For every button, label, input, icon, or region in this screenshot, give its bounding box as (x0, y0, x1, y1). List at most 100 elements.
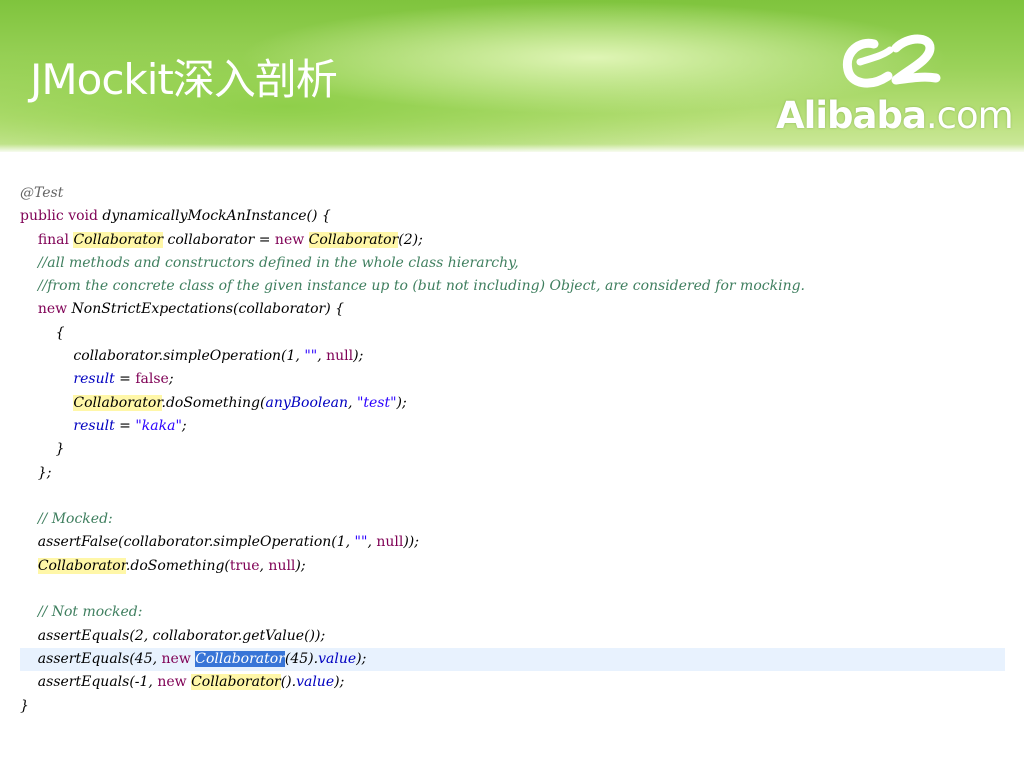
code-token: = (114, 417, 136, 434)
code-line: //from the concrete class of the given i… (20, 275, 1005, 298)
code-token: , (348, 394, 357, 411)
code-token: new (161, 650, 191, 667)
code-token: ); (295, 557, 306, 574)
code-token: // Not mocked: (37, 604, 143, 621)
code-token: @Test (20, 185, 64, 201)
code-token: //all methods and constructors defined i… (37, 254, 519, 271)
code-token: true (229, 557, 260, 574)
selected-token: Collaborator (195, 650, 285, 667)
code-token: anyBoolean (265, 394, 349, 411)
code-token: collaborator.simpleOperation(1, (20, 348, 305, 365)
code-token: "kaka" (135, 417, 182, 434)
code-line: new NonStrictExpectations(collaborator) … (20, 298, 1005, 321)
title-banner: JMockit深入剖析 Alibaba.com (0, 0, 1024, 152)
logo-domain: .com (925, 94, 1014, 137)
code-line: // Mocked: (20, 508, 1005, 531)
code-line: //all methods and constructors defined i… (20, 252, 1005, 275)
code-line: final Collaborator collaborator = new Co… (20, 229, 1005, 252)
code-token: ); (353, 348, 364, 365)
slide-title: JMockit深入剖析 (30, 55, 338, 104)
code-line: } (20, 438, 1005, 461)
code-line: } (20, 695, 1005, 718)
code-token: result (73, 417, 115, 434)
code-token: void (68, 208, 98, 225)
code-token: null (326, 348, 354, 365)
code-token: //from the concrete class of the given i… (37, 278, 805, 295)
code-line: result = "kaka"; (20, 415, 1005, 438)
highlighted-token: Collaborator (308, 231, 399, 248)
alibaba-swirl-logo-icon (842, 34, 941, 88)
code-token: collaborator = (163, 231, 275, 248)
code-listing: @Test public void dynamicallyMockAnInstan… (20, 182, 1005, 718)
code-token: )); (403, 534, 419, 551)
code-token: (45). (284, 650, 319, 667)
highlighted-token: Collaborator (73, 231, 164, 248)
code-token: .doSomething( (125, 557, 230, 574)
code-token: ); (334, 674, 345, 691)
code-line: // Not mocked: (20, 601, 1005, 624)
code-token: NonStrictExpectations(collaborator) { (67, 301, 345, 318)
code-token: ; (168, 371, 174, 388)
code-line: { (20, 322, 1005, 345)
code-line: collaborator.simpleOperation(1, "", null… (20, 345, 1005, 368)
code-token: "" (354, 534, 368, 551)
code-token: false (135, 371, 169, 388)
code-token: value (318, 650, 357, 667)
logo-wordmark: Alibaba.com (776, 94, 1014, 137)
code-token: (2); (398, 231, 423, 248)
highlighted-token: Collaborator (73, 394, 162, 411)
highlighted-token: Collaborator (191, 674, 281, 691)
code-line: @Test (20, 182, 1005, 205)
code-line: Collaborator.doSomething(true, null); (20, 555, 1005, 578)
code-line: result = false; (20, 368, 1005, 391)
code-line: }; (20, 462, 1005, 485)
code-token: .doSomething( (161, 394, 266, 411)
code-token: (). (280, 674, 297, 691)
code-token: = (114, 371, 136, 388)
code-token: "test" (356, 394, 397, 411)
code-token: null (268, 557, 296, 574)
code-token: dynamicallyMockAnInstance() { (97, 208, 331, 225)
code-token: "" (304, 348, 318, 365)
code-token: ); (356, 650, 367, 667)
logo-name: Alibaba (776, 94, 927, 137)
code-token: new (274, 231, 305, 248)
code-token: { (20, 324, 65, 341)
code-token: new (157, 674, 187, 691)
highlighted-token: Collaborator (37, 557, 126, 574)
code-token: ); (396, 394, 407, 411)
code-token: ; (181, 417, 187, 434)
code-token: , (317, 348, 327, 365)
code-line: public void dynamicallyMockAnInstance() … (20, 205, 1005, 228)
code-token: }; (20, 464, 52, 481)
code-token: null (376, 534, 404, 551)
code-token: assertFalse(collaborator.simpleOperation… (20, 534, 355, 551)
code-token: result (73, 371, 115, 388)
code-line: assertFalse(collaborator.simpleOperation… (20, 531, 1005, 554)
code-line: assertEquals(-1, new Collaborator().valu… (20, 671, 1005, 694)
code-token: assertEquals(-1, (20, 674, 158, 691)
code-token: new (37, 301, 68, 318)
code-token: , (367, 534, 377, 551)
code-line: Collaborator.doSomething(anyBoolean, "te… (20, 392, 1005, 415)
alibaba-logo: Alibaba.com (776, 26, 1014, 137)
code-token: assertEquals(45, (20, 650, 162, 667)
code-token: // Mocked: (37, 511, 113, 528)
code-token: } (20, 441, 65, 458)
code-token: value (296, 674, 335, 691)
code-token: } (20, 697, 29, 714)
code-token: public (20, 208, 64, 225)
